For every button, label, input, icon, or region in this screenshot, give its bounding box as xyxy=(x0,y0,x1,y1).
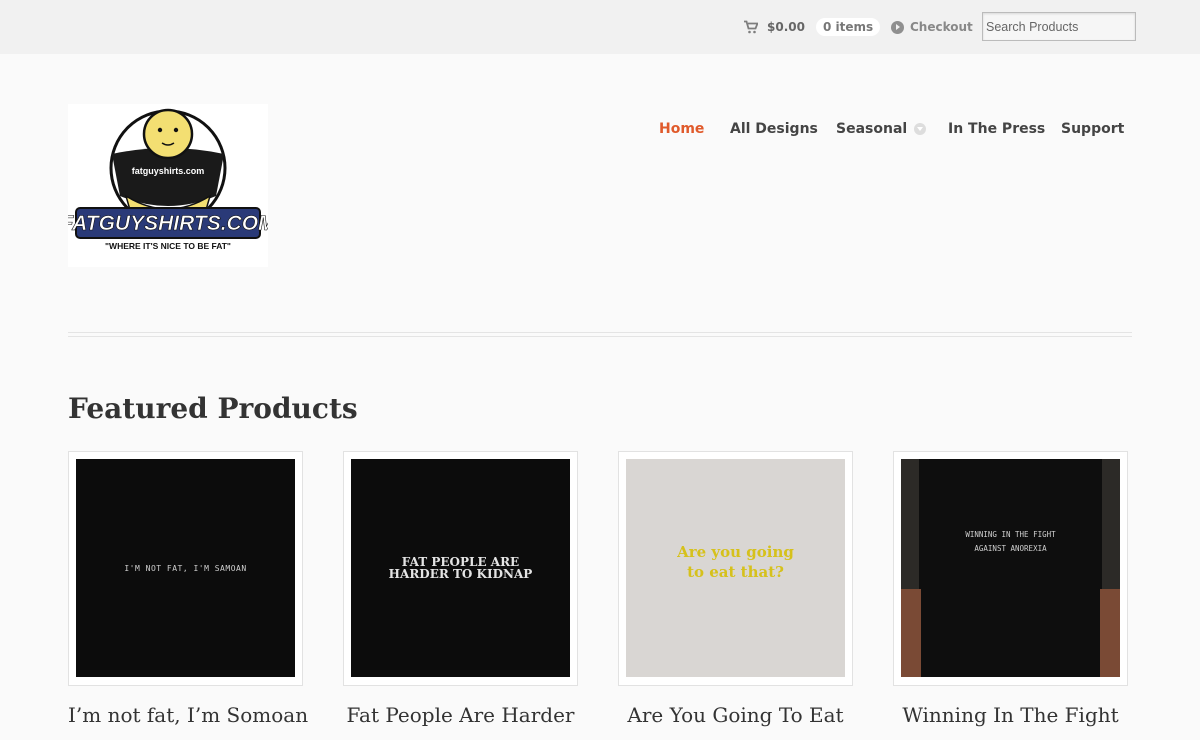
chevron-down-icon xyxy=(914,123,927,135)
checkout-label[interactable]: Checkout xyxy=(910,20,973,34)
checkout-link[interactable]: Checkout xyxy=(891,17,973,37)
nav-home[interactable]: Home xyxy=(659,119,704,139)
shirt-body xyxy=(919,459,1102,677)
shirt-print-text: I'm not fat, I'm Samoan xyxy=(124,563,247,573)
product-image-frame[interactable]: Fat people are harder to kidnap xyxy=(343,451,578,686)
product-title[interactable]: Fat People Are Harder xyxy=(343,703,578,727)
product-title[interactable]: Winning In The Fight xyxy=(893,703,1128,727)
nav-seasonal-label: Seasonal xyxy=(836,121,908,137)
product-card[interactable]: I'm not fat, I'm Samoan I’m not fat, I’m… xyxy=(68,451,308,727)
shirt-print-text: to eat that? xyxy=(687,563,784,581)
product-card[interactable]: Are you going to eat that? Are You Going… xyxy=(618,451,853,727)
product-image[interactable]: I'm not fat, I'm Samoan xyxy=(76,459,295,677)
cart-total[interactable]: $0.00 xyxy=(767,20,805,34)
shirt-print-text: against anorexia xyxy=(974,544,1047,553)
cart-icon xyxy=(744,20,758,34)
logo-shirt-text: fatguyshirts.com xyxy=(132,166,205,176)
arm xyxy=(1100,589,1120,677)
site-logo[interactable]: fatguyshirts.com FATGUYSHIRTS.COM "WHERE… xyxy=(60,104,276,267)
product-image[interactable]: Fat people are harder to kidnap xyxy=(351,459,570,677)
logo-graphic: fatguyshirts.com FATGUYSHIRTS.COM "WHERE… xyxy=(60,108,276,251)
product-image[interactable]: Winning in the fight against anorexia xyxy=(901,459,1120,677)
search-input[interactable] xyxy=(982,12,1136,41)
nav-support[interactable]: Support xyxy=(1061,119,1124,139)
product-title[interactable]: Are You Going To Eat xyxy=(618,703,853,727)
shirt-print-text: harder to kidnap xyxy=(388,567,533,581)
product-card[interactable]: Winning in the fight against anorexia Wi… xyxy=(893,451,1128,727)
play-circle-icon xyxy=(891,20,904,34)
shirt-print-text: Are you going xyxy=(677,543,794,561)
shirt-print-text: Winning in the fight xyxy=(965,530,1056,539)
section-title: Featured Products xyxy=(68,392,358,425)
nav-seasonal[interactable]: Seasonal xyxy=(836,119,927,139)
product-image-frame[interactable]: Are you going to eat that? xyxy=(618,451,853,686)
logo-site-name: FATGUYSHIRTS.COM xyxy=(68,212,268,235)
product-image-frame[interactable]: I'm not fat, I'm Samoan xyxy=(68,451,303,686)
divider xyxy=(68,332,1132,333)
product-image[interactable]: Are you going to eat that? xyxy=(626,459,845,677)
cart-summary[interactable]: $0.00 0 items xyxy=(744,17,881,37)
product-title[interactable]: I’m not fat, I’m Somoan xyxy=(68,703,308,727)
arm xyxy=(901,589,921,677)
product-card[interactable]: Fat people are harder to kidnap Fat Peop… xyxy=(343,451,578,727)
nav-in-the-press[interactable]: In The Press xyxy=(948,119,1045,139)
cart-item-count[interactable]: 0 items xyxy=(815,18,881,36)
divider xyxy=(68,336,1132,337)
logo-tagline: "WHERE IT'S NICE TO BE FAT" xyxy=(105,241,231,251)
top-bar: $0.00 0 items Checkout xyxy=(0,0,1200,54)
nav-all-designs[interactable]: All Designs xyxy=(730,119,818,139)
product-image-frame[interactable]: Winning in the fight against anorexia xyxy=(893,451,1128,686)
